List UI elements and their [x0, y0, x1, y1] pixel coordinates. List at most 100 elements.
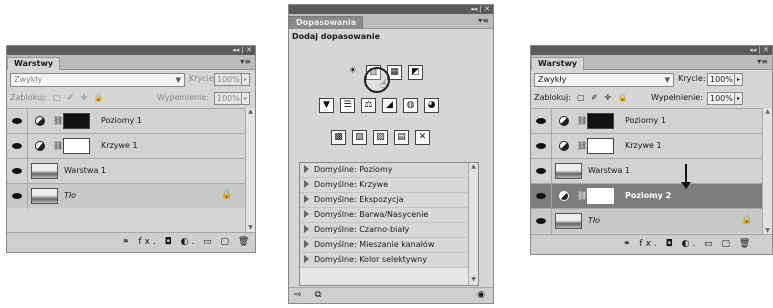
fill-input[interactable]: 100% ▸ [707, 92, 743, 105]
layer-mask-thumbnail[interactable] [63, 113, 90, 129]
panel-menu-icon[interactable]: ▾≡ [240, 57, 251, 66]
panel-menu-icon[interactable]: ▾≡ [757, 57, 768, 66]
eye-icon[interactable] [10, 190, 24, 202]
preset-item[interactable]: Domyślne: Krzywe [300, 178, 478, 193]
expand-triangle-icon[interactable] [304, 240, 309, 248]
expand-triangle-icon[interactable] [304, 255, 309, 263]
link-icon[interactable]: ⛓ [577, 191, 587, 200]
layer-mask-thumbnail[interactable] [587, 113, 614, 129]
layer-thumbnail[interactable] [555, 163, 582, 179]
scrollbar[interactable]: ▲ ▼ [468, 163, 478, 285]
color-balance-icon[interactable]: ⚖ [361, 98, 376, 113]
opacity-arrow-icon[interactable]: ▸ [734, 73, 743, 86]
invert-icon[interactable]: ▩ [331, 130, 346, 145]
fill-input[interactable]: 100% ▸ [214, 92, 250, 105]
layer-thumbnail[interactable] [555, 213, 582, 229]
layer-mask-thumbnail[interactable] [63, 138, 90, 154]
panel-footer: ⚭ fx. ◘ ◐. ▭ ▢ 🗑 [7, 232, 255, 252]
exposure-icon[interactable]: ◩ [408, 65, 423, 80]
arrow-down-icon [685, 164, 687, 184]
layer-row[interactable]: ⛓ Poziomy 1 [7, 108, 246, 134]
photo-filter-icon[interactable]: ◍ [403, 98, 418, 113]
panel-menu-icon[interactable]: ▾≡ [478, 16, 489, 25]
layer-row[interactable]: ⛓ Poziomy 1 [531, 108, 763, 134]
panel-title-bar[interactable]: ◂◂ | ✕ [7, 46, 255, 55]
blend-mode-select[interactable]: Zwykły ▼ [534, 73, 674, 87]
expand-triangle-icon[interactable] [304, 165, 309, 173]
layer-row[interactable]: ⛓ Krzywe 1 [7, 133, 246, 159]
opacity-arrow-icon[interactable]: ▸ [241, 73, 250, 86]
link-icon[interactable]: ⛓ [53, 141, 63, 150]
eye-icon[interactable] [534, 215, 548, 227]
vibrance-icon[interactable]: ▼ [319, 98, 334, 113]
view-mode-icon[interactable]: ⧉ [315, 290, 321, 300]
channel-mixer-icon[interactable]: ◕ [424, 98, 439, 113]
layer-row[interactable]: ⛓ Krzywe 1 [531, 133, 763, 159]
footer-icons[interactable]: ⚭ fx. ◘ ◐. ▭ ▢ 🗑 [623, 239, 753, 249]
layer-mask-thumbnail[interactable] [587, 188, 614, 204]
layer-row-selected[interactable]: ⛓ Poziomy 2 [531, 183, 763, 209]
opacity-input[interactable]: 100% ▸ [214, 73, 250, 86]
blend-mode-select[interactable]: Zwykły ▼ [10, 73, 185, 87]
expand-triangle-icon[interactable] [304, 180, 309, 188]
layer-name: Tło [64, 191, 77, 200]
preset-item[interactable]: Domyślne: Ekspozycja [300, 193, 478, 208]
panel-title-bar[interactable]: ◂◂ | ✕ [531, 46, 772, 55]
layer-row[interactable]: Warstwa 1 [531, 158, 763, 184]
lock-icons[interactable]: ▢ ✐ ✛ 🔒 [53, 93, 106, 102]
scroll-up-icon[interactable]: ▲ [469, 163, 478, 172]
layer-row[interactable]: Warstwa 1 [7, 158, 246, 184]
pointer-icon: ☝ [380, 77, 388, 91]
panel-footer: ⚭ fx. ◘ ◐. ▭ ▢ 🗑 [531, 234, 772, 254]
gradient-map-icon[interactable]: ▤ [394, 130, 409, 145]
brightness-icon[interactable]: ☀ [345, 65, 360, 80]
threshold-icon[interactable]: ▧ [373, 130, 388, 145]
preset-item[interactable]: Domyślne: Mieszanie kanałów [300, 238, 478, 253]
expand-triangle-icon[interactable] [304, 210, 309, 218]
tab-layers[interactable]: Warstwy [7, 57, 61, 70]
opacity-label: Krycie: [189, 74, 217, 83]
tab-adjustments[interactable]: Dopasowania [289, 16, 364, 29]
eye-icon[interactable] [534, 165, 548, 177]
eye-icon[interactable] [534, 190, 548, 202]
black-white-icon[interactable]: ◢ [382, 98, 397, 113]
layer-mask-thumbnail[interactable] [587, 138, 614, 154]
expand-triangle-icon[interactable] [304, 225, 309, 233]
opacity-input[interactable]: 100% ▸ [707, 73, 743, 86]
link-icon[interactable]: ⛓ [577, 116, 587, 125]
link-icon[interactable]: ⛓ [53, 116, 63, 125]
tab-layers[interactable]: Warstwy [531, 57, 585, 70]
eye-icon[interactable] [10, 115, 24, 127]
layer-row[interactable]: Tło 🔒 [531, 208, 763, 234]
preset-item[interactable]: Domyślne: Czarno-biały [300, 223, 478, 238]
preset-item[interactable]: Domyślne: Kolor selektywny [300, 253, 478, 268]
fill-arrow-icon[interactable]: ▸ [734, 92, 743, 105]
scrollbar[interactable]: ▲ ▼ [762, 108, 772, 236]
layer-thumbnail[interactable] [31, 163, 58, 179]
adjustment-icons-row-2: ▼ ☰ ⚖ ◢ ◍ ◕ [319, 98, 439, 116]
preset-item[interactable]: Domyślne: Poziomy [300, 163, 478, 178]
panel-title-bar[interactable]: ◂◂ | ✕ [289, 5, 493, 14]
expand-triangle-icon[interactable] [304, 195, 309, 203]
clip-arrow-icon[interactable]: ⇨ [294, 290, 302, 300]
layer-thumbnail[interactable] [31, 188, 58, 204]
preset-item[interactable]: Domyślne: Barwa/Nasycenie [300, 208, 478, 223]
lock-icons[interactable]: ▢ ✐ ✛ 🔒 [577, 93, 630, 102]
eye-icon[interactable] [534, 140, 548, 152]
scroll-up-icon[interactable]: ▲ [763, 108, 772, 117]
hue-saturation-icon[interactable]: ☰ [340, 98, 355, 113]
warning-icon[interactable]: ◉ [477, 290, 485, 300]
eye-icon[interactable] [534, 115, 548, 127]
selective-color-icon[interactable]: ✕ [415, 130, 430, 145]
scroll-up-icon[interactable]: ▲ [246, 108, 255, 117]
scroll-down-icon[interactable]: ▼ [469, 276, 478, 285]
fill-arrow-icon[interactable]: ▸ [241, 92, 250, 105]
tab-bar: Warstwy ▾≡ [7, 55, 255, 70]
link-icon[interactable]: ⛓ [577, 141, 587, 150]
footer-icons[interactable]: ⚭ fx. ◘ ◐. ▭ ▢ 🗑 [122, 237, 252, 247]
eye-icon[interactable] [10, 140, 24, 152]
posterize-icon[interactable]: ▨ [352, 130, 367, 145]
scrollbar[interactable]: ▲ ▼ [245, 108, 255, 233]
eye-icon[interactable] [10, 165, 24, 177]
layer-row[interactable]: Tło 🔒 [7, 183, 246, 209]
